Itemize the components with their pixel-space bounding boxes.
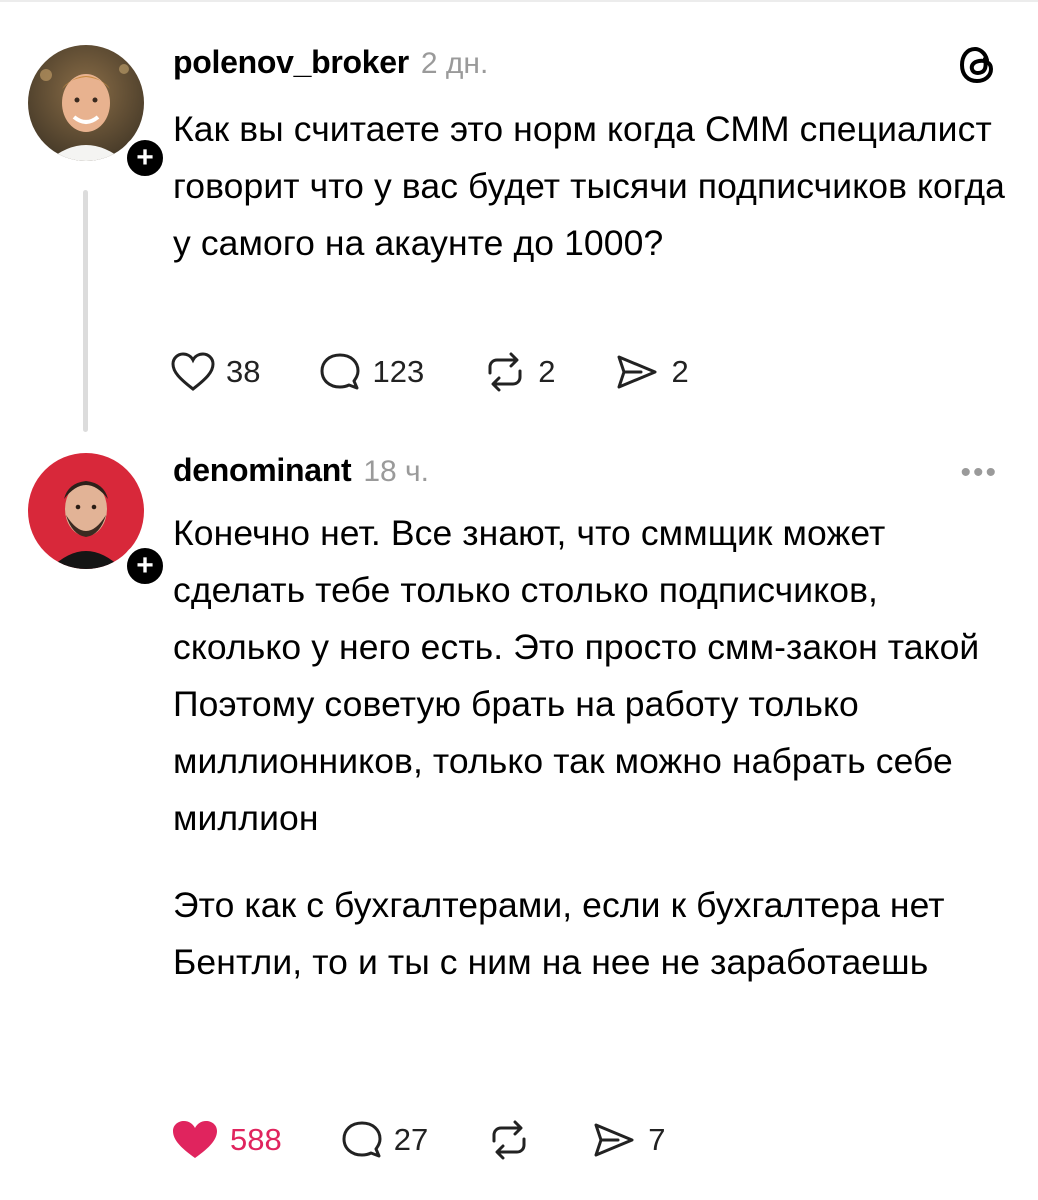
threads-feed: + polenov_broker 2 дн. Как вы считаете э… [0,0,1038,1200]
like-button[interactable]: 38 [170,351,260,393]
post-actions: 38 123 2 2 [170,347,747,397]
post-actions: 588 27 7 [170,1115,723,1165]
post-header: polenov_broker 2 дн. [173,44,1008,88]
heart-icon [171,352,215,391]
like-button[interactable]: 588 [170,1118,282,1162]
follow-button[interactable]: + [122,135,168,181]
like-count: 38 [226,354,261,389]
follow-button[interactable]: + [122,543,168,589]
avatar-polenov[interactable]: + [28,45,168,181]
username[interactable]: denominant [173,452,352,489]
share-button[interactable]: 2 [613,351,689,393]
send-icon [594,1123,634,1157]
reply-button[interactable]: 27 [340,1119,428,1161]
comment-icon [342,1121,382,1158]
avatar-denominant[interactable]: + [28,453,168,589]
comment-icon [320,353,360,390]
reply-count: 123 [372,354,425,389]
share-button[interactable]: 7 [590,1119,665,1161]
like-count: 588 [230,1122,282,1157]
repost-button[interactable] [486,1119,532,1161]
repost-button[interactable]: 2 [482,351,555,393]
post-denominant: + denominant 18 ч. ••• Конечно нет. Все … [0,440,1038,1200]
threads-logo-icon[interactable] [958,44,996,91]
post-polenov: + polenov_broker 2 дн. Как вы считаете э… [0,0,1038,440]
reply-button[interactable]: 123 [318,351,424,393]
reply-count: 27 [393,1122,429,1157]
repost-icon [488,352,522,392]
share-count: 7 [648,1122,666,1157]
more-options-icon[interactable]: ••• [960,456,998,490]
repost-count: 2 [538,354,556,389]
post-text-paragraph-2: Поэтому советую брать на работу только м… [173,684,953,838]
thread-connector-line [83,190,88,432]
post-text-paragraph-1: Конечно нет. Все знают, что сммщик может… [173,513,980,667]
share-count: 2 [671,354,689,389]
post-text: Конечно нет. Все знают, что сммщик может… [173,505,1013,991]
username[interactable]: polenov_broker [173,44,409,81]
post-time: 18 ч. [363,455,430,488]
repost-icon [492,1120,526,1160]
post-text-paragraph: Как вы считаете это норм когда СММ специ… [173,109,1005,263]
post-header: denominant 18 ч. [173,452,1008,496]
post-time: 2 дн. [420,47,489,80]
post-text: Как вы считаете это норм когда СММ специ… [173,101,1013,272]
send-icon [617,355,657,389]
post-text-paragraph-3: Это как с бухгалтерами, если к бухгалтер… [173,885,945,982]
heart-filled-icon [173,1121,217,1158]
